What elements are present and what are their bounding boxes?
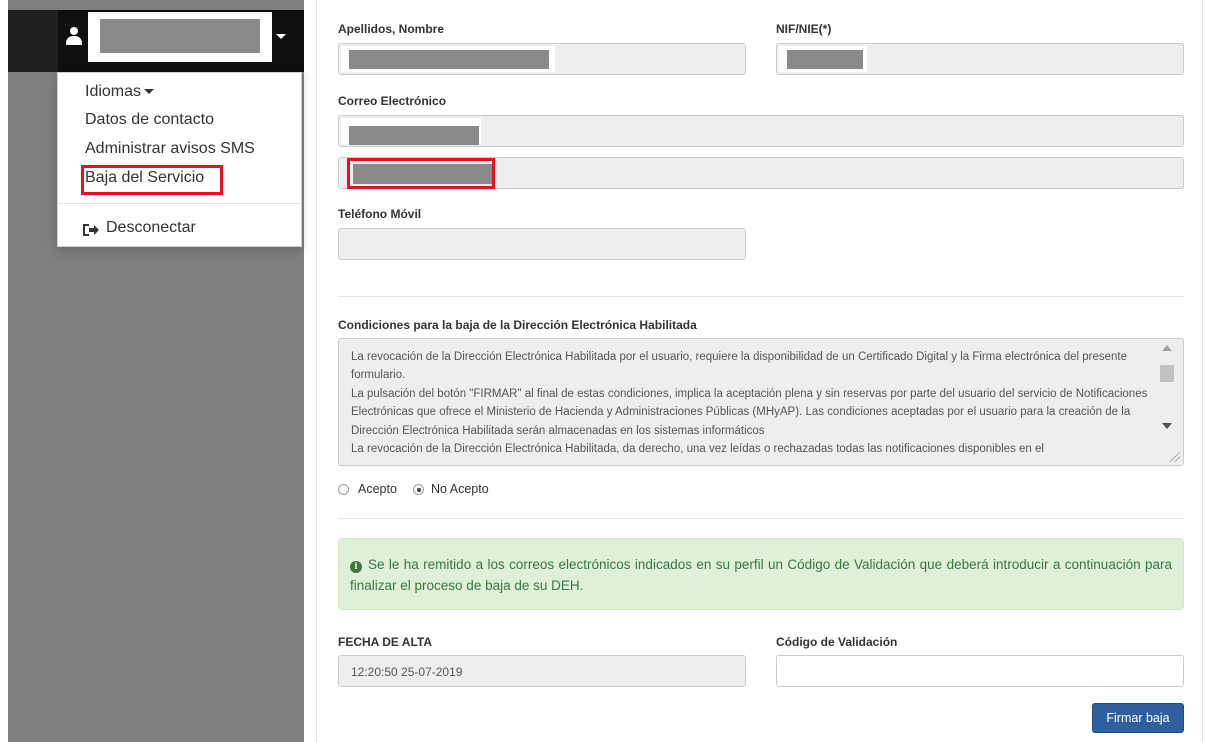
caret-down-icon	[144, 89, 155, 95]
user-icon	[66, 27, 82, 45]
phone-label: Teléfono Móvil	[338, 207, 422, 221]
redacted-email-1	[349, 126, 479, 145]
scroll-up-arrow-icon[interactable]	[1162, 345, 1172, 351]
menu-item-datos-contacto[interactable]: Datos de contacto	[85, 111, 214, 129]
menu-item-desconectar[interactable]: Desconectar	[106, 219, 196, 237]
sign-out-icon	[83, 224, 99, 236]
accept-label[interactable]: Acepto	[358, 482, 397, 496]
menu-item-avisos-sms[interactable]: Administrar avisos SMS	[85, 140, 255, 158]
divider	[338, 518, 1184, 519]
email-field-1[interactable]	[338, 115, 1184, 147]
redacted-username	[100, 19, 260, 53]
redacted-name	[349, 50, 549, 69]
scrollbar-thumb[interactable]	[1160, 365, 1174, 382]
info-alert: i Se le ha remitido a los correos electró…	[338, 538, 1184, 610]
redacted-nif	[787, 50, 863, 69]
nif-label: NIF/NIE(*)	[776, 22, 832, 36]
page: Idiomas Datos de contacto Administrar av…	[0, 0, 1205, 742]
menu-item-idiomas[interactable]: Idiomas	[85, 83, 155, 101]
conditions-title: Condiciones para la baja de la Dirección…	[338, 318, 697, 332]
sign-cancellation-button[interactable]: Firmar baja	[1092, 703, 1184, 733]
name-label: Apellidos, Nombre	[338, 22, 445, 36]
alert-text: Se le ha remitido a los correos electrón…	[350, 557, 1172, 593]
menu-item-label: Idiomas	[85, 83, 142, 100]
date-field: 12:20:50 25-07-2019	[338, 655, 746, 687]
email-label: Correo Electrónico	[338, 94, 447, 108]
code-label: Código de Validación	[776, 635, 898, 649]
highlight-box	[81, 165, 223, 195]
phone-field[interactable]	[338, 228, 746, 260]
name-field[interactable]	[338, 43, 746, 75]
date-value: 12:20:50 25-07-2019	[351, 665, 463, 679]
conditions-textarea[interactable]: La revocación de la Dirección Electrónic…	[338, 338, 1184, 466]
resize-grip-icon[interactable]	[1170, 452, 1180, 462]
accept-radio[interactable]	[338, 484, 349, 495]
user-name-redacted[interactable]	[88, 12, 272, 62]
validation-code-input[interactable]	[776, 655, 1184, 687]
reject-label[interactable]: No Acepto	[431, 482, 489, 496]
scroll-down-arrow-icon[interactable]	[1162, 423, 1172, 429]
nif-field[interactable]	[776, 43, 1184, 75]
divider	[338, 296, 1184, 297]
info-circle-icon: i	[350, 561, 362, 573]
highlight-box-email	[347, 158, 495, 189]
reject-radio[interactable]	[413, 484, 424, 495]
menu-divider	[58, 203, 301, 204]
topbar-strip	[8, 10, 58, 72]
user-dropdown-menu: Idiomas Datos de contacto Administrar av…	[57, 72, 302, 247]
conditions-text: La revocación de la Dirección Electrónic…	[351, 351, 1148, 456]
date-label: FECHA DE ALTA	[338, 635, 432, 649]
chevron-down-icon[interactable]	[276, 34, 286, 39]
